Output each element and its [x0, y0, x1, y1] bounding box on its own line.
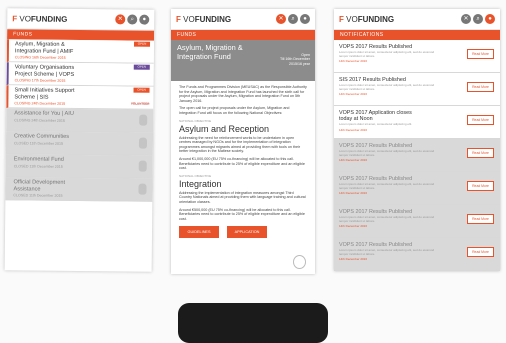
intro-text: The Funds and Programmes Division (MEUSA… — [179, 85, 307, 103]
thumb-icon — [139, 114, 148, 126]
fund-meta: Open Till 16th December 2015/16 year — [279, 53, 310, 66]
fund-item[interactable]: Official Development Assistance CLOSED 11… — [5, 177, 153, 202]
fund-item-title: Creative Communities — [14, 133, 70, 140]
notification-date: 14th December 2016 — [339, 59, 368, 64]
section-title: FUNDS — [171, 30, 315, 40]
close-icon[interactable]: ✕ — [115, 14, 126, 25]
notification-date: 14th December 2016 — [339, 92, 368, 97]
fund-hero: Asylum, Migration & Integration Fund Ope… — [171, 40, 315, 81]
fund-item-status: CLOSED 11th December 2015 — [13, 193, 63, 198]
priority-title: Integration — [179, 178, 222, 189]
fund-item[interactable]: Voluntary Organisations Project Scheme |… — [6, 62, 154, 87]
fund-detail-screen: F VOFUNDING ✕ ⌕ ● FUNDS Asylum, Migratio… — [171, 9, 315, 274]
read-more-button[interactable]: Read More — [467, 214, 494, 224]
notifications-screen: F VOFUNDING ✕ ⌕ ● NOTIFICATIONS VOPS 201… — [334, 9, 500, 271]
fund-item-status: CLOSING 17th December 2015 — [14, 78, 66, 83]
thumb-icon — [138, 183, 147, 195]
phone-device — [178, 303, 328, 343]
fund-item[interactable]: Assistance for You | AIU CLOSING 24th Dec… — [6, 108, 154, 133]
fund-item-status: CLOSED 11th December 2015 — [13, 163, 63, 169]
fund-item[interactable]: Asylum, Migration & Integration Fund | A… — [6, 39, 155, 64]
read-more-button[interactable]: Read More — [467, 148, 494, 158]
notification-item[interactable]: VOPS 2017 Application closes today at No… — [334, 106, 500, 139]
priority-text-2: Around €1,000,000 (EU 75% co-financing) … — [179, 156, 305, 171]
read-more-button[interactable]: Read More — [467, 115, 494, 125]
status-badge: OPEN — [133, 64, 150, 70]
fund-item-title: Asylum, Migration & Integration Fund | A… — [14, 41, 74, 55]
close-icon[interactable]: ✕ — [461, 14, 471, 24]
search-icon[interactable]: ⌕ — [127, 14, 138, 25]
status-badge: OPEN — [133, 87, 150, 93]
app-logo[interactable]: F VOFUNDING — [12, 14, 67, 24]
app-header: F VOFUNDING ✕ ⌕ ● — [7, 8, 155, 31]
bell-icon[interactable]: ● — [139, 14, 150, 25]
fund-list: Asylum, Migration & Integration Fund | A… — [5, 39, 155, 202]
notification-desc: Lorem ipsum dolor sit amet, consectetur … — [339, 215, 435, 223]
partner-logo: VOLUNTEER — [130, 101, 150, 106]
app-logo[interactable]: F VOFUNDING — [339, 15, 394, 24]
read-more-button[interactable]: Read More — [467, 247, 494, 257]
read-more-button[interactable]: Read More — [467, 181, 494, 191]
thumb-icon — [138, 137, 148, 149]
funds-list-screen: F VOFUNDING ✕ ⌕ ● FUNDS Asylum, Migratio… — [4, 8, 155, 272]
fund-item[interactable]: Creative Communities CLOSED 11th December… — [5, 131, 154, 156]
priority-title: Asylum and Reception — [179, 123, 270, 134]
notification-desc: Lorem ipsum dolor sit amet, consectetur … — [339, 83, 435, 91]
fund-item-status: CLOSING 24th December 2015 — [14, 101, 66, 106]
notification-item[interactable]: VOPS 2017 Results Published Lorem ipsum d… — [334, 139, 500, 172]
app-header: F VOFUNDING ✕ ⌕ ● — [334, 9, 500, 30]
fund-item-status: CLOSING 16th December 2015 — [14, 55, 66, 60]
notification-date: 14th December 2016 — [339, 257, 368, 262]
notification-date: 14th December 2016 — [339, 191, 368, 196]
priority-label: NATIONAL OBJECTIVE — [179, 118, 212, 123]
priority-label: NATIONAL OBJECTIVE — [179, 173, 212, 178]
notification-date: 14th December 2016 — [339, 158, 368, 163]
notification-desc: Lorem ipsum dolor sit amet, consectetur … — [339, 50, 435, 58]
notification-item[interactable]: VOPS 2017 Results Published Lorem ipsum d… — [334, 40, 500, 73]
fund-item-title: Voluntary Organisations Project Scheme |… — [14, 64, 75, 78]
app-logo[interactable]: F VOFUNDING — [176, 15, 231, 24]
notification-desc: Lorem ipsum dolor sit amet, consectetur … — [339, 122, 413, 126]
notification-item[interactable]: VOPS 2017 Results Published Lorem ipsum d… — [334, 238, 500, 271]
notification-date: 14th December 2016 — [339, 127, 368, 132]
application-button[interactable]: APPLICATION — [227, 226, 267, 239]
fund-item-title: Small Initiatives Support Scheme | SIS — [14, 87, 75, 101]
notification-date: 14th December 2016 — [339, 224, 368, 229]
section-title: NOTIFICATIONS — [334, 30, 500, 40]
bell-icon[interactable]: ● — [485, 14, 495, 24]
bell-icon[interactable]: ● — [300, 14, 310, 24]
intro-text-2: The open call for project proposals unde… — [179, 106, 290, 115]
search-icon[interactable]: ⌕ — [473, 14, 483, 24]
app-header: F VOFUNDING ✕ ⌕ ● — [171, 9, 315, 30]
search-icon[interactable]: ⌕ — [288, 14, 298, 24]
thumb-icon — [138, 160, 147, 172]
read-more-button[interactable]: Read More — [467, 82, 494, 92]
fund-item-status: CLOSING 24th December 2015 — [14, 117, 65, 123]
fund-item[interactable]: Small Initiatives Support Scheme | SIS CL… — [6, 85, 154, 110]
notification-desc: Lorem ipsum dolor sit amet, consectetur … — [339, 182, 435, 190]
priority-text: Addressing the need for reinforcement wo… — [179, 135, 301, 154]
notification-desc: Lorem ipsum dolor sit amet, consectetur … — [339, 149, 435, 157]
fund-item-title: Environmental Fund — [13, 156, 64, 163]
notification-item[interactable]: SIS 2017 Results Published Lorem ipsum do… — [334, 73, 500, 106]
crest-icon — [293, 255, 306, 269]
notification-list: VOPS 2017 Results Published Lorem ipsum d… — [334, 40, 500, 271]
fund-item[interactable]: Environmental Fund CLOSED 11th December 2… — [5, 154, 153, 179]
notification-desc: Lorem ipsum dolor sit amet, consectetur … — [339, 248, 435, 256]
guidelines-button[interactable]: GUIDELINES — [179, 226, 219, 239]
status-badge: OPEN — [133, 41, 151, 47]
close-icon[interactable]: ✕ — [276, 14, 286, 24]
priority-text-2: Around €500,000 (EU 75% co-financing) wi… — [179, 207, 305, 221]
fund-item-status: CLOSED 11th December 2015 — [13, 140, 64, 146]
read-more-button[interactable]: Read More — [467, 49, 494, 59]
notification-item[interactable]: VOPS 2017 Results Published Lorem ipsum d… — [334, 172, 500, 205]
fund-item-title: Official Development Assistance — [13, 179, 66, 193]
fund-item-title: Assistance for You | AIU — [14, 110, 74, 117]
notification-item[interactable]: VOPS 2017 Results Published Lorem ipsum d… — [334, 205, 500, 238]
priority-text: Addressing the implementation of integra… — [179, 190, 306, 204]
